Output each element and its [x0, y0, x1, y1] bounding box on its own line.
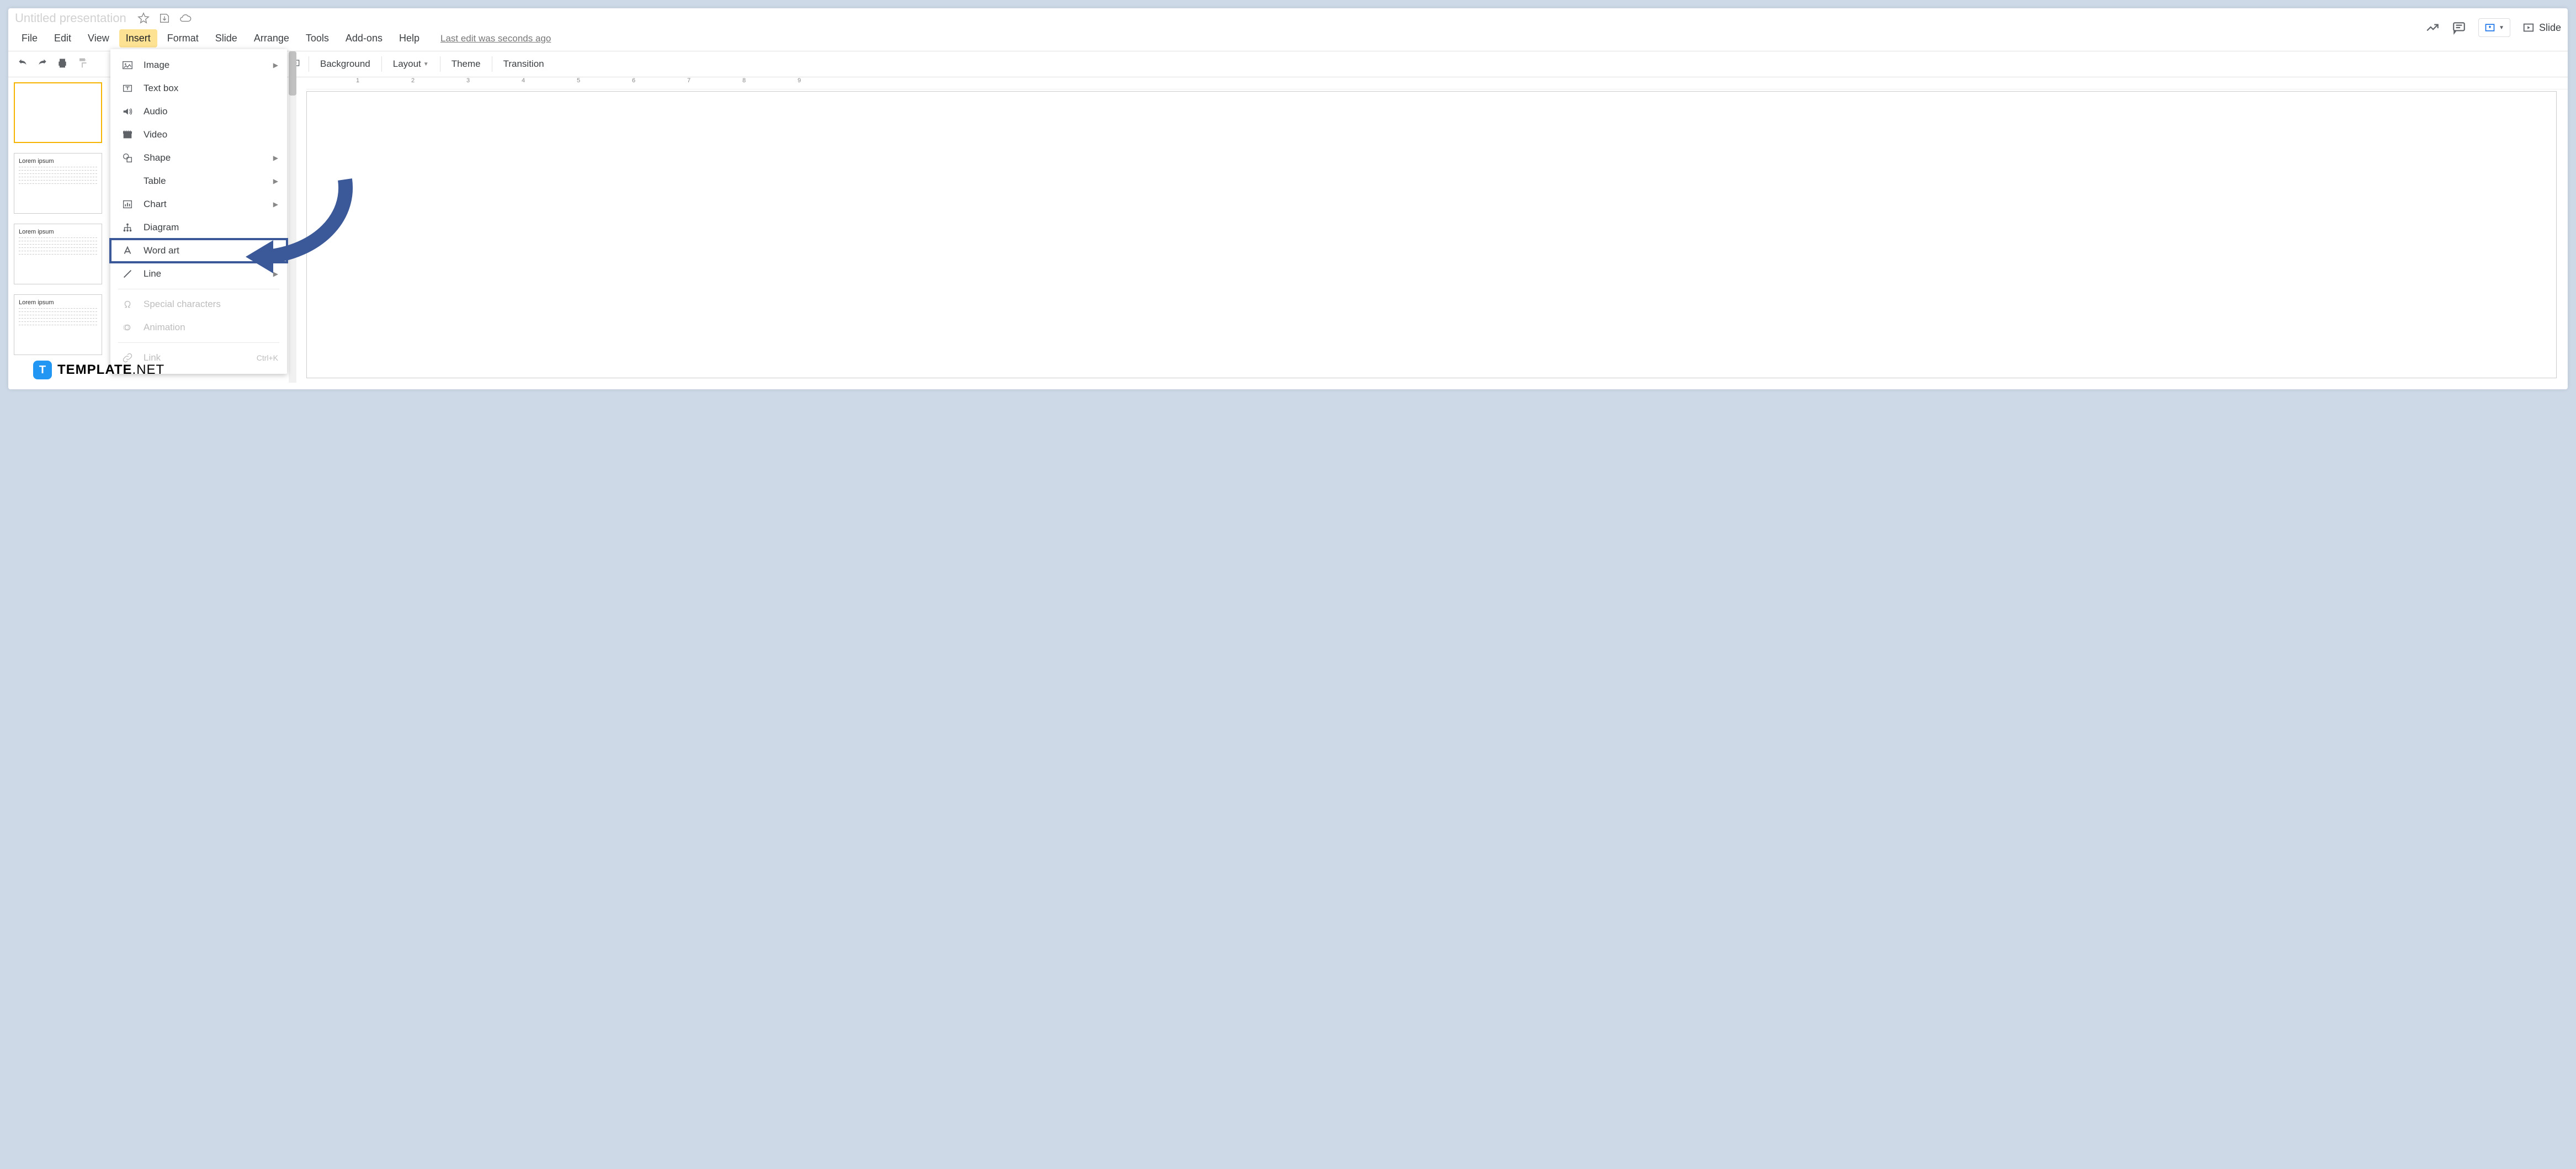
canvas-area: [306, 91, 2557, 378]
document-title[interactable]: Untitled presentation: [15, 11, 126, 25]
print-icon[interactable]: [52, 54, 72, 75]
header-right-tools: ▼ Slide: [2425, 18, 2561, 37]
menu-bar: File Edit View Insert Format Slide Arran…: [8, 26, 2568, 51]
star-icon[interactable]: [137, 12, 150, 24]
insert-audio[interactable]: Audio: [110, 100, 287, 123]
chevron-down-icon: ▼: [423, 61, 429, 67]
insert-textbox[interactable]: Text box: [110, 77, 287, 100]
menu-format[interactable]: Format: [161, 29, 205, 47]
scrollbar-handle[interactable]: [289, 51, 296, 96]
thumbnail-1[interactable]: [14, 82, 102, 143]
transition-button[interactable]: Transition: [496, 55, 552, 73]
insert-special-chars: Special characters: [110, 293, 287, 316]
insert-image[interactable]: Image ▶: [110, 54, 287, 77]
wordart-icon: [121, 245, 134, 257]
menu-arrange[interactable]: Arrange: [247, 29, 296, 47]
slide-thumbnails: Lorem ipsum Lorem ipsum Lorem ipsum: [8, 78, 108, 369]
present-button[interactable]: ▼: [2478, 18, 2510, 37]
slide-canvas[interactable]: [306, 91, 2557, 378]
insert-shape[interactable]: Shape ▶: [110, 146, 287, 170]
menu-view[interactable]: View: [81, 29, 116, 47]
layout-button[interactable]: Layout▼: [385, 55, 437, 73]
toolbar: Background Layout▼ Theme Transition: [8, 51, 2568, 77]
title-bar: Untitled presentation: [8, 8, 2568, 26]
insert-animation: Animation: [110, 316, 287, 339]
menu-insert[interactable]: Insert: [119, 29, 157, 47]
slideshow-button[interactable]: Slide: [2522, 22, 2561, 34]
thumbnail-4[interactable]: Lorem ipsum: [14, 294, 102, 355]
animation-icon: [121, 321, 134, 334]
insert-video[interactable]: Video: [110, 123, 287, 146]
undo-icon[interactable]: [13, 54, 33, 75]
logo-text: TEMPLATE.NET: [57, 362, 164, 378]
chevron-right-icon: ▶: [273, 154, 278, 162]
logo-icon: T: [33, 361, 52, 379]
menu-help[interactable]: Help: [392, 29, 426, 47]
line-icon: [121, 268, 134, 280]
thumbnail-3[interactable]: Lorem ipsum: [14, 224, 102, 284]
omega-icon: [121, 298, 134, 310]
trend-icon[interactable]: [2425, 20, 2440, 35]
menu-edit[interactable]: Edit: [47, 29, 78, 47]
redo-icon[interactable]: [33, 54, 52, 75]
theme-button[interactable]: Theme: [444, 55, 488, 73]
chevron-down-icon: ▼: [2499, 25, 2504, 31]
menu-addons[interactable]: Add-ons: [339, 29, 389, 47]
textbox-icon: [121, 82, 134, 94]
last-edit-link[interactable]: Last edit was seconds ago: [440, 33, 551, 44]
background-button[interactable]: Background: [312, 55, 378, 73]
comment-icon[interactable]: [2452, 20, 2466, 35]
audio-icon: [121, 105, 134, 118]
menu-separator: [118, 342, 279, 343]
annotation-arrow: [240, 174, 362, 284]
menu-slide[interactable]: Slide: [209, 29, 244, 47]
menu-file[interactable]: File: [15, 29, 44, 47]
video-icon: [121, 129, 134, 141]
menu-tools[interactable]: Tools: [299, 29, 336, 47]
image-icon: [121, 59, 134, 71]
chart-icon: [121, 198, 134, 210]
slideshow-label: Slide: [2539, 22, 2561, 34]
diagram-icon: [121, 221, 134, 234]
cloud-icon[interactable]: [179, 12, 192, 24]
thumbnail-2[interactable]: Lorem ipsum: [14, 153, 102, 214]
ruler: 1 2 3 4 5 6 7 8 9: [306, 77, 2568, 89]
separator: [381, 56, 382, 72]
paint-format-icon[interactable]: [72, 54, 92, 75]
chevron-right-icon: ▶: [273, 61, 278, 69]
app-window: Untitled presentation ▼ Slide File Edit …: [8, 8, 2568, 389]
move-icon[interactable]: [158, 12, 171, 24]
shape-icon: [121, 152, 134, 164]
watermark-logo: T TEMPLATE.NET: [33, 361, 164, 379]
